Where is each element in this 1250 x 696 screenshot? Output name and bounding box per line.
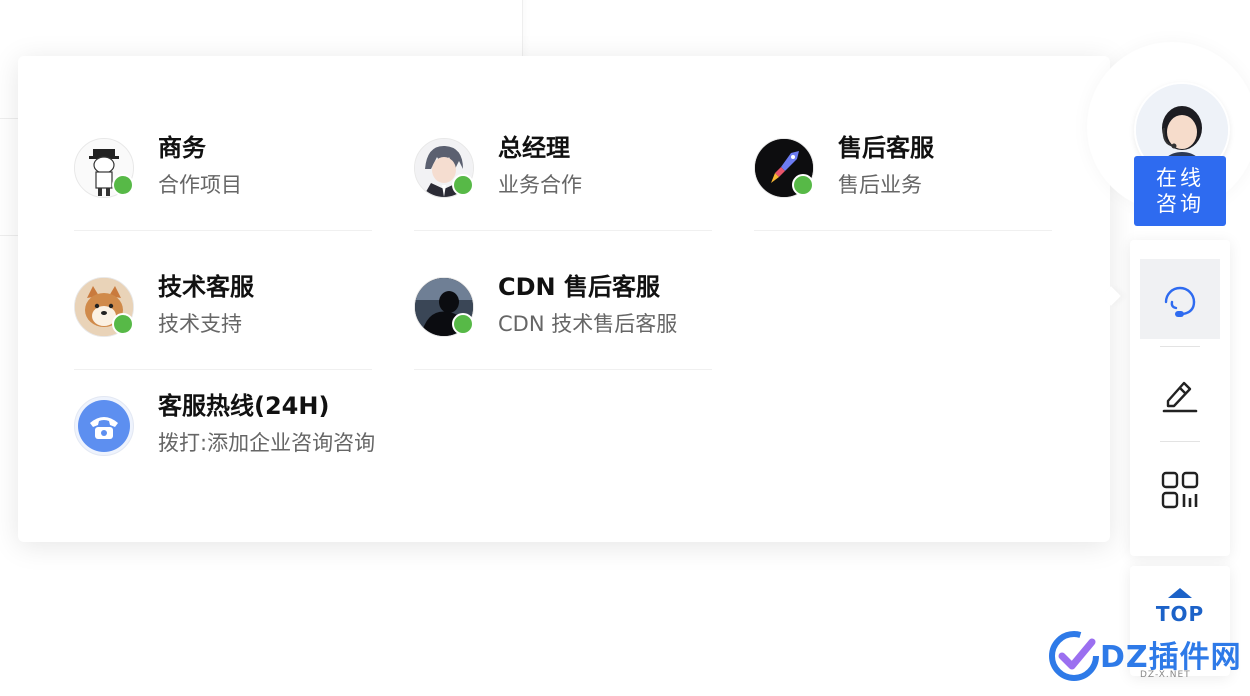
consult-label-line1: 在线 [1156,166,1204,190]
contact-popup: 商务 合作项目 总经理 业务合作 售后客服 售后业务 技术客服 技术支持 CDN… [18,56,1110,542]
online-status-dot [452,313,474,335]
online-consult-button[interactable]: 在线 咨询 [1134,156,1226,226]
contact-name: 技术客服 [158,273,254,301]
online-status-dot [792,174,814,196]
watermark-logo-icon [1049,631,1099,681]
qrcode-icon [1161,471,1199,509]
contact-desc: 业务合作 [498,173,582,197]
divider [1160,441,1200,442]
phone-icon [74,396,134,456]
contact-desc: CDN 技术售后客服 [498,312,678,336]
contact-desc: 拨打:添加企业咨询咨询 [158,431,376,455]
contact-desc: 售后业务 [838,173,922,197]
feedback-button[interactable] [1140,353,1220,433]
contact-general-manager[interactable]: 总经理 业务合作 [414,112,712,231]
contact-tech-support[interactable]: 技术客服 技术支持 [74,251,372,370]
arrow-up-icon [1168,588,1192,598]
qrcode-button[interactable] [1140,450,1220,530]
contact-cdn-after-sales[interactable]: CDN 售后客服 CDN 技术售后客服 [414,251,712,370]
top-label: TOP [1155,602,1205,626]
consult-label-line2: 咨询 [1156,192,1204,216]
online-status-dot [112,313,134,335]
contact-name: CDN 售后客服 [498,273,660,301]
contact-desc: 技术支持 [158,312,242,336]
online-status-dot [112,174,134,196]
contact-name: 客服热线(24H) [158,392,330,420]
contact-desc: 合作项目 [158,173,242,197]
contact-business[interactable]: 商务 合作项目 [74,112,372,231]
headset-icon [1164,286,1196,317]
contact-hotline[interactable]: 客服热线(24H) 拨打:添加企业咨询咨询 [74,370,376,488]
online-status-dot [452,174,474,196]
tool-panel [1130,240,1230,556]
contact-name: 售后客服 [838,134,934,162]
watermark-subtext: DZ-X.NET [1140,670,1191,680]
edit-icon [1162,381,1198,413]
watermark: DZ插件网 DZ-X.NET [1048,628,1248,688]
contact-after-sales[interactable]: 售后客服 售后业务 [754,112,1052,231]
contact-name: 商务 [158,134,206,162]
headset-button[interactable] [1140,259,1220,339]
contact-name: 总经理 [498,134,570,162]
divider [1160,346,1200,347]
